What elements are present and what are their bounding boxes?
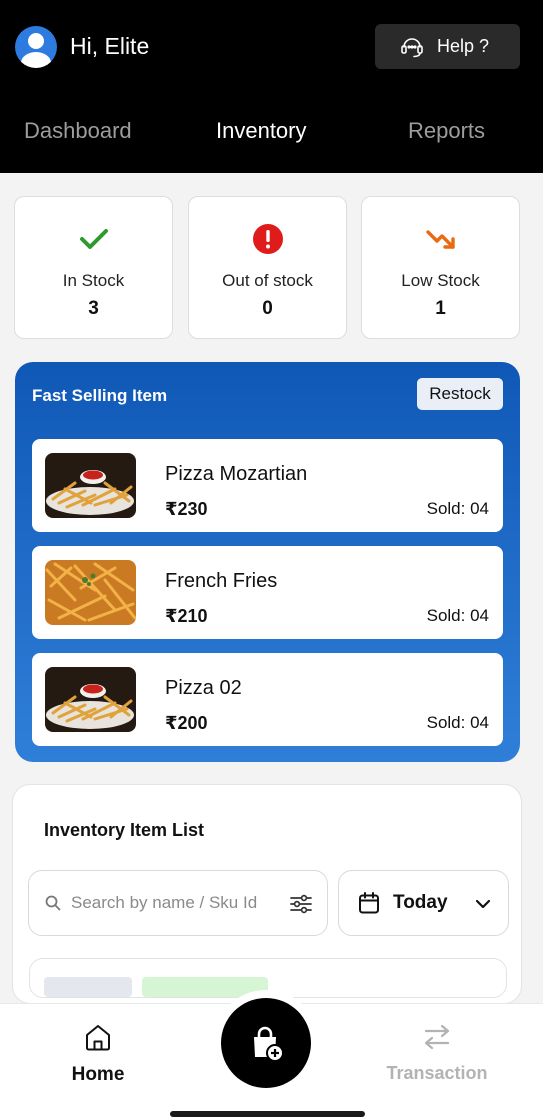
tab-dashboard[interactable]: Dashboard <box>24 118 132 144</box>
home-indicator <box>170 1111 365 1117</box>
item-price: ₹230 <box>165 499 208 519</box>
stat-card-low-stock[interactable]: Low Stock 1 <box>361 196 520 339</box>
item-sold-count: Sold: 04 <box>426 606 489 625</box>
stat-label: Low Stock <box>401 271 480 290</box>
fries-image <box>45 453 136 518</box>
stat-value: 3 <box>88 298 99 319</box>
inventory-list-title: Inventory Item List <box>44 820 205 840</box>
calendar-icon <box>359 892 379 914</box>
stat-value: 1 <box>435 298 446 319</box>
fast-selling-panel: Fast Selling Item Restock Pizza Mozartia… <box>15 362 520 762</box>
stat-label: In Stock <box>62 271 125 290</box>
alert-circle-icon <box>252 224 283 254</box>
date-filter-select[interactable]: Today <box>338 870 509 936</box>
stat-label: Out of stock <box>222 271 313 290</box>
help-button[interactable]: Help ? <box>375 24 520 69</box>
item-price: ₹200 <box>165 713 208 733</box>
date-filter-label: Today <box>393 892 448 913</box>
app-header: Hi, Elite Help ? Dashboard Inventory Rep… <box>0 0 543 173</box>
stat-card-out-of-stock[interactable]: Out of stock 0 <box>188 196 347 339</box>
tab-reports[interactable]: Reports <box>408 118 485 144</box>
greeting-text: Hi, Elite <box>70 33 150 59</box>
item-name: French Fries <box>165 570 278 592</box>
search-box[interactable] <box>28 870 328 936</box>
stat-card-in-stock[interactable]: In Stock 3 <box>14 196 173 339</box>
home-icon <box>86 1025 110 1051</box>
item-sold-count: Sold: 04 <box>426 713 489 732</box>
avatar[interactable] <box>15 26 57 68</box>
chevron-down-icon <box>475 899 491 909</box>
search-input[interactable] <box>71 893 271 913</box>
checkmark-icon <box>79 229 108 249</box>
filter-sliders-icon[interactable] <box>289 892 313 916</box>
nav-home[interactable]: Home <box>55 1004 141 1104</box>
fast-item-card[interactable]: Pizza Mozartian ₹230 Sold: 04 <box>32 439 503 532</box>
stat-value: 0 <box>262 298 273 319</box>
search-icon <box>45 895 61 911</box>
fast-item-card[interactable]: Pizza 02 ₹200 Sold: 04 <box>32 653 503 746</box>
transfer-arrows-icon <box>424 1024 450 1050</box>
item-name: Pizza Mozartian <box>165 463 308 485</box>
top-tabs: Dashboard Inventory Reports <box>0 110 543 156</box>
category-tag <box>44 977 132 997</box>
restock-button[interactable]: Restock <box>417 378 503 410</box>
inventory-list-panel: Inventory Item List Today <box>12 784 522 1004</box>
trending-down-icon <box>425 230 455 249</box>
tab-inventory[interactable]: Inventory <box>216 118 307 144</box>
fast-selling-title: Fast Selling Item <box>32 386 168 405</box>
item-sold-count: Sold: 04 <box>426 499 489 518</box>
item-price: ₹210 <box>165 606 208 626</box>
fries-image <box>45 667 136 732</box>
nav-transaction[interactable]: Transaction <box>378 1004 496 1104</box>
help-label: Help ? <box>437 36 490 56</box>
fries-image <box>45 560 136 625</box>
item-name: Pizza 02 <box>165 677 242 699</box>
bag-add-icon <box>254 1026 284 1062</box>
nav-transaction-label: Transaction <box>386 1063 488 1083</box>
add-item-button[interactable] <box>221 998 311 1088</box>
bottom-nav: Home Transaction <box>0 990 543 1117</box>
nav-home-label: Home <box>71 1064 125 1085</box>
headset-icon <box>401 37 423 57</box>
fast-item-card[interactable]: French Fries ₹210 Sold: 04 <box>32 546 503 639</box>
